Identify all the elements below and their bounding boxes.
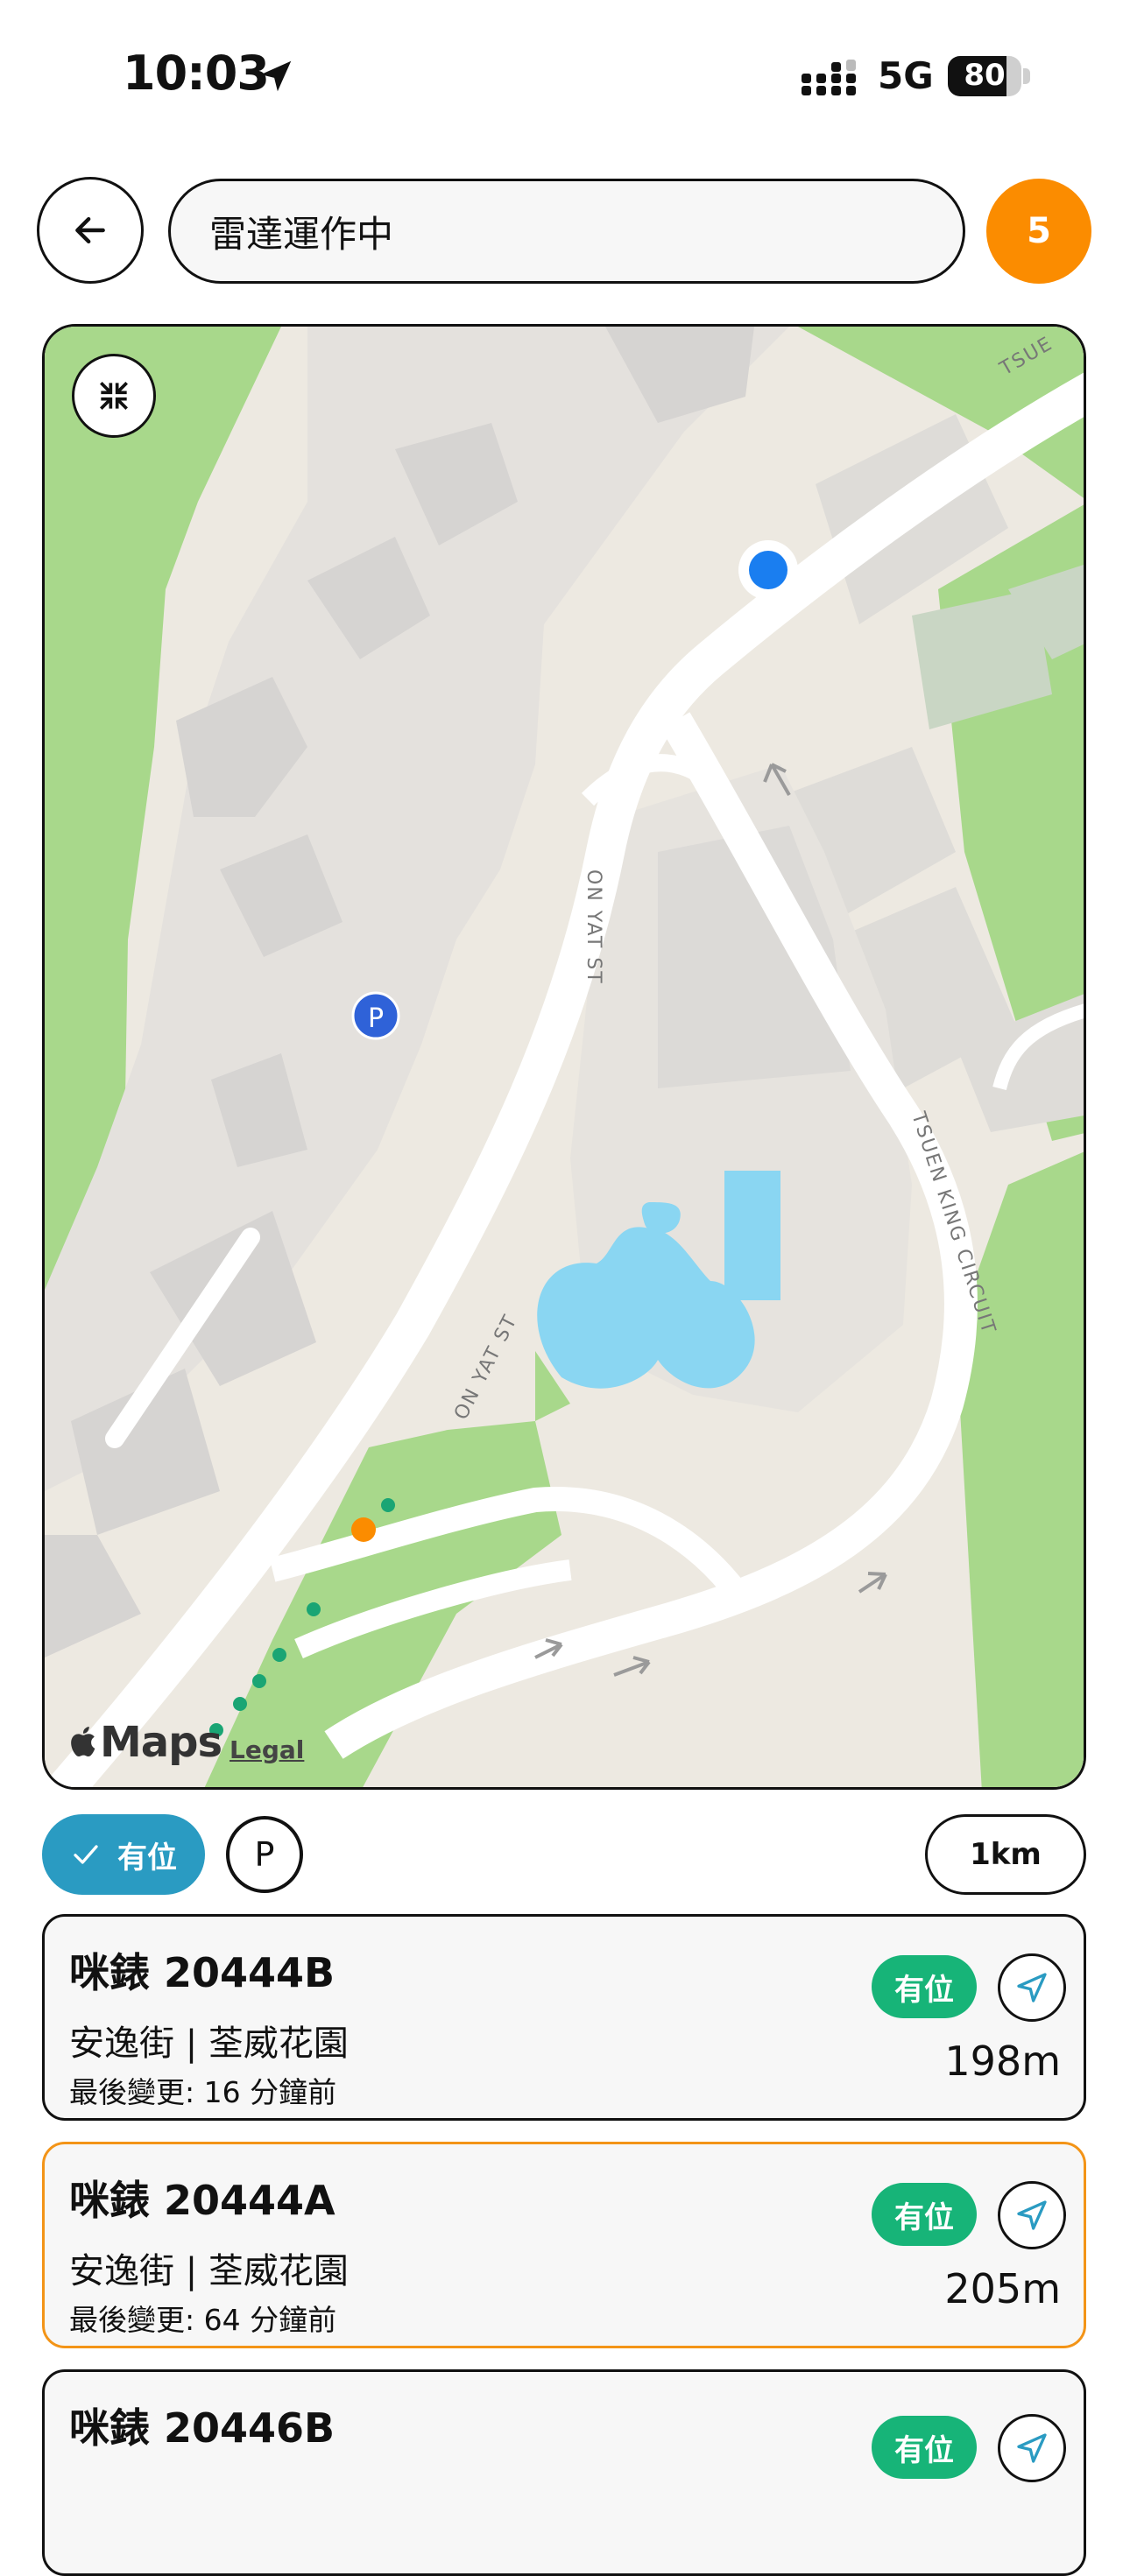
radar-status-field[interactable]: 雷達運作中: [168, 179, 965, 284]
signal-icon: [802, 60, 856, 95]
meter-status-badge: 有位: [872, 2416, 977, 2479]
location-arrow-icon: [260, 60, 292, 92]
current-location-marker: [738, 540, 798, 600]
maps-legal-link[interactable]: Legal: [230, 1735, 304, 1764]
meter-status-badge: 有位: [872, 1955, 977, 2018]
parking-marker[interactable]: P: [351, 991, 400, 1040]
parking-marker-label: P: [368, 1003, 384, 1034]
navigate-button[interactable]: [998, 1953, 1066, 2022]
navigation-arrow-icon: [1017, 2200, 1047, 2230]
map-view[interactable]: ON YAT ST ON YAT ST TSUEN KING CIRCUIT T…: [42, 324, 1086, 1790]
filter-vacant-label: 有位: [117, 1840, 177, 1876]
result-count-badge[interactable]: 5: [986, 179, 1091, 284]
meter-dot: [252, 1674, 266, 1688]
navigation-arrow-icon: [1017, 2433, 1047, 2463]
back-button[interactable]: [37, 177, 144, 284]
meter-dot: [381, 1498, 395, 1512]
navigation-arrow-icon: [1017, 1973, 1047, 2002]
checkmark-icon: [74, 1845, 98, 1864]
meter-card[interactable]: 咪錶 20446B 有位: [42, 2369, 1086, 2576]
radar-status-text: 雷達運作中: [209, 212, 394, 256]
maps-attribution: Maps: [70, 1718, 222, 1767]
battery-icon: 80: [948, 56, 1030, 96]
status-time: 10:03: [123, 46, 270, 101]
collapse-icon: [100, 382, 128, 410]
meter-title: 咪錶 20444B: [69, 1949, 335, 1996]
meter-address: 安逸街 | 荃威花園: [69, 2023, 349, 2064]
navigate-button[interactable]: [998, 2181, 1066, 2249]
range-selector[interactable]: 1km: [925, 1814, 1086, 1895]
meter-title: 咪錶 20446B: [69, 2404, 335, 2452]
meter-card-selected[interactable]: 咪錶 20444A 安逸街 | 荃威花園 最後變更: 64 分鐘前 有位 205…: [42, 2142, 1086, 2348]
filter-parking-chip[interactable]: P: [226, 1816, 303, 1893]
maps-brand-text: Maps: [100, 1718, 222, 1767]
meter-last-updated: 最後變更: 64 分鐘前: [69, 2303, 337, 2337]
filter-vacant-chip[interactable]: 有位: [42, 1814, 205, 1895]
battery-level: 80: [964, 58, 1006, 93]
meter-card[interactable]: 咪錶 20444B 安逸街 | 荃威花園 最後變更: 16 分鐘前 有位 198…: [42, 1914, 1086, 2121]
meter-dot: [272, 1648, 286, 1662]
map-canvas: ON YAT ST ON YAT ST TSUEN KING CIRCUIT T…: [45, 327, 1084, 1787]
meter-distance: 198m: [944, 2038, 1061, 2085]
meter-dot: [233, 1697, 247, 1711]
navigate-button[interactable]: [998, 2414, 1066, 2482]
meter-address: 安逸街 | 荃威花園: [69, 2251, 349, 2291]
meter-dot: [307, 1602, 321, 1616]
back-arrow-icon: [75, 216, 105, 244]
meter-status-badge: 有位: [872, 2183, 977, 2246]
network-type: 5G: [878, 54, 934, 97]
meter-last-updated: 最後變更: 16 分鐘前: [69, 2075, 337, 2109]
map-street-label: ON YAT ST: [583, 869, 604, 985]
collapse-map-button[interactable]: [72, 354, 156, 438]
meter-distance: 205m: [944, 2265, 1061, 2312]
apple-logo-icon: [71, 1727, 95, 1757]
selected-meter-dot: [351, 1517, 376, 1542]
meter-title: 咪錶 20444A: [69, 2177, 335, 2224]
